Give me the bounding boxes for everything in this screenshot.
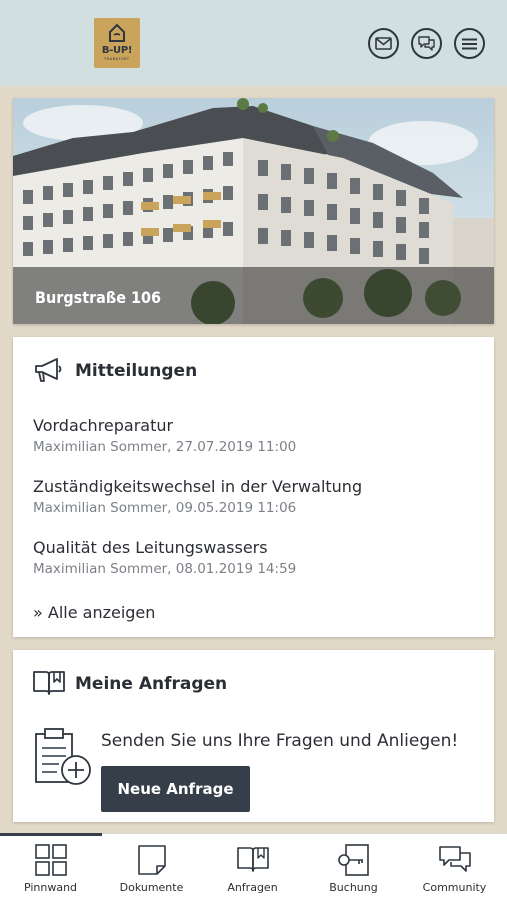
nav-tab-pinnwand[interactable]: Pinnwand xyxy=(0,834,101,900)
message-item-title[interactable]: Zuständigkeitswechsel in der Verwaltung xyxy=(33,477,362,496)
logo-subtext: FRANKFURT xyxy=(104,57,130,61)
message-item-meta: Maximilian Sommer, 09.05.2019 11:06 xyxy=(33,500,297,516)
menu-button[interactable] xyxy=(454,28,485,59)
book-icon xyxy=(236,847,269,872)
clipboard-add-icon xyxy=(35,728,91,785)
nav-tab-label: Pinnwand xyxy=(23,881,78,894)
requests-prompt: Senden Sie uns Ihre Fragen und Anliegen! xyxy=(101,731,459,751)
message-item-title[interactable]: Vordachreparatur xyxy=(33,416,173,435)
message-item-meta: Maximilian Sommer, 08.01.2019 14:59 xyxy=(33,561,297,577)
menu-icon xyxy=(462,38,477,49)
messages-card: Mitteilungen Vordachreparatur Maximilian… xyxy=(13,337,494,637)
nav-tab-label: Anfragen xyxy=(227,881,278,894)
community-chat-icon xyxy=(438,846,471,872)
property-address: Burgstraße 106 xyxy=(35,288,162,307)
document-icon xyxy=(137,845,166,875)
requests-card: Meine Anfragen Senden Sie uns Ihre Frage… xyxy=(13,650,494,822)
new-request-button[interactable]: Neue Anfrage xyxy=(101,766,250,812)
message-item-title[interactable]: Qualität des Leitungswassers xyxy=(33,538,268,557)
nav-tab-label: Buchung xyxy=(329,881,378,894)
chat-button[interactable] xyxy=(411,28,442,59)
nav-tab-community[interactable]: Community xyxy=(404,834,505,900)
logo-text: B-UP! xyxy=(101,45,133,56)
nav-tab-label: Community xyxy=(422,881,487,894)
grid-icon xyxy=(34,844,67,876)
brand-logo[interactable]: B-UP! FRANKFURT xyxy=(94,18,140,68)
show-all-messages-link[interactable]: » Alle anzeigen xyxy=(33,603,155,622)
bottom-navigation: Pinnwand Dokumente Anfragen Buchung Comm… xyxy=(0,833,507,900)
nav-tab-label: Dokumente xyxy=(119,881,184,894)
property-hero[interactable]: Burgstraße 106 xyxy=(13,98,494,324)
requests-title: Meine Anfragen xyxy=(75,674,228,694)
book-icon xyxy=(33,671,65,695)
message-item-meta: Maximilian Sommer, 27.07.2019 11:00 xyxy=(33,439,297,455)
nav-tab-dokumente[interactable]: Dokumente xyxy=(101,834,202,900)
key-icon xyxy=(337,844,369,876)
messages-title: Mitteilungen xyxy=(75,361,198,381)
mail-icon xyxy=(375,37,392,50)
nav-tab-anfragen[interactable]: Anfragen xyxy=(202,834,303,900)
app-header: B-UP! FRANKFURT xyxy=(0,0,507,86)
nav-tab-buchung[interactable]: Buchung xyxy=(303,834,404,900)
megaphone-icon xyxy=(35,358,62,382)
chat-icon xyxy=(418,36,435,51)
house-logo-icon xyxy=(109,23,125,42)
mail-button[interactable] xyxy=(368,28,399,59)
